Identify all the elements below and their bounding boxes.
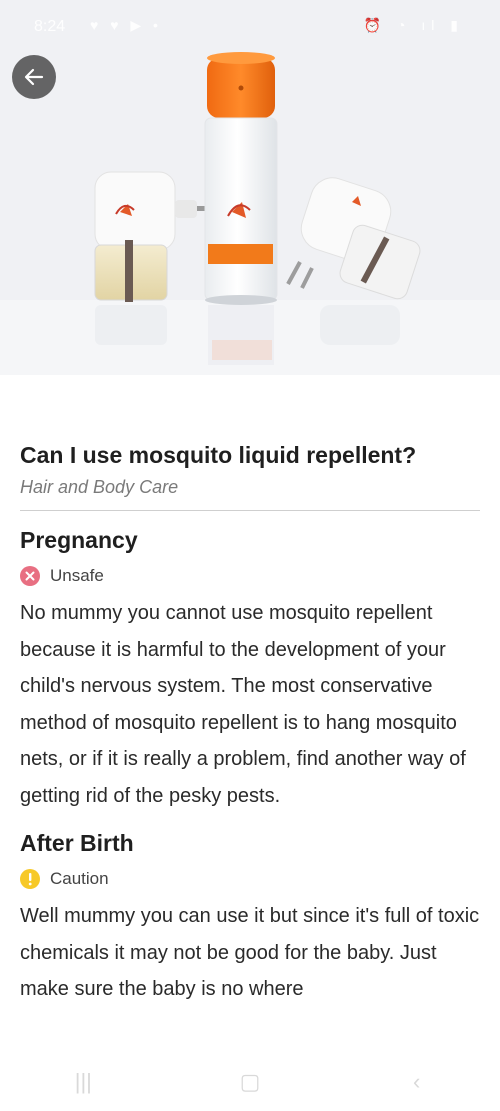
article-content: Can I use mosquito liquid repellent? Hai… — [20, 438, 480, 1008]
system-status-icons: ⏰ ◔ ıl ▮ — [363, 17, 464, 33]
unsafe-icon — [20, 566, 40, 586]
status-label: Unsafe — [50, 566, 104, 585]
notification-icons: ♥ ♥ ▶ • — [90, 17, 162, 33]
mosquito-repellent-products-illustration — [0, 0, 500, 375]
system-navigation-bar: ||| ▢ ‹ — [0, 1053, 500, 1111]
spray-can — [204, 52, 278, 305]
section-text: No mummy you cannot use mosquito repelle… — [20, 602, 466, 807]
recent-apps-button[interactable]: ||| — [53, 1069, 113, 1095]
section-after-birth: After Birth Caution Well mummy you can u… — [20, 826, 480, 1008]
home-button[interactable]: ▢ — [220, 1069, 280, 1095]
caution-icon — [20, 869, 40, 889]
arrow-left-icon — [24, 68, 44, 86]
section-heading: Pregnancy — [20, 527, 138, 553]
product-image: 8:24 ♥ ♥ ▶ • ⏰ ◔ ıl ▮ — [0, 0, 500, 375]
article-category: Hair and Body Care — [20, 477, 179, 497]
section-heading: After Birth — [20, 830, 134, 856]
divider — [20, 510, 480, 511]
system-back-button[interactable]: ‹ — [387, 1069, 447, 1095]
section-pregnancy: Pregnancy Unsafe No mummy you cannot use… — [20, 523, 480, 814]
status-row-caution: Caution — [20, 866, 480, 892]
status-bar: 8:24 ♥ ♥ ▶ • ⏰ ◔ ıl ▮ — [0, 0, 500, 56]
section-text: Well mummy you can use it but since it's… — [20, 905, 480, 1000]
status-time: 8:24 — [34, 18, 66, 35]
article-title: Can I use mosquito liquid repellent? — [20, 442, 417, 468]
status-label: Caution — [50, 869, 109, 888]
status-row-unsafe: Unsafe — [20, 563, 480, 589]
back-button[interactable] — [12, 55, 56, 99]
